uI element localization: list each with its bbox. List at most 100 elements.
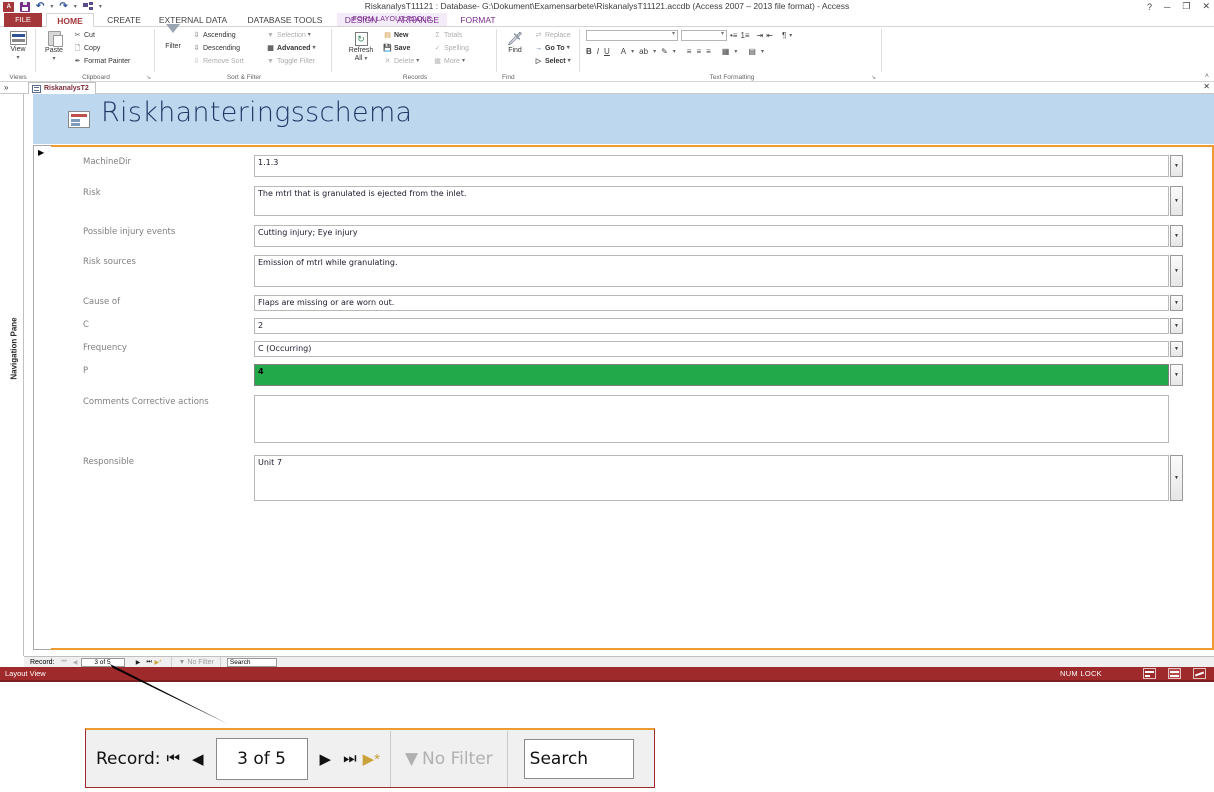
field-dropdown-button-5[interactable] [1170, 318, 1183, 334]
field-input-6[interactable]: C (Occurring) [254, 341, 1169, 357]
cut-button[interactable]: ✂ Cut [73, 30, 95, 41]
callout-filter-status-button[interactable]: ▼ No Filter [389, 730, 508, 787]
record-search-input[interactable]: Search [226, 657, 277, 667]
first-record-button[interactable]: ⏮ [59, 659, 70, 666]
paste-dropdown-icon[interactable]: ▾ [37, 55, 71, 63]
tab-home[interactable]: HOME [46, 13, 94, 27]
bold-button[interactable]: B [586, 47, 592, 56]
field-input-1[interactable]: The mtrl that is granulated is ejected f… [254, 186, 1169, 216]
callout-search-input[interactable]: Search [523, 738, 634, 779]
delete-dropdown-icon[interactable]: ▾ [416, 56, 419, 67]
copy-button[interactable]: 🗋 Copy [73, 43, 101, 54]
callout-last-record-button[interactable]: ⏭ [343, 750, 357, 767]
field-input-9[interactable]: Unit 7 [254, 455, 1169, 501]
next-record-button[interactable]: ▶ [133, 659, 144, 666]
delete-record-button[interactable]: ✕ Delete ▾ [383, 56, 420, 67]
layout-view-button[interactable] [1168, 668, 1181, 679]
record-selector-bar[interactable]: ▶ [33, 145, 51, 650]
field-dropdown-button-4[interactable] [1170, 295, 1183, 311]
align-left-button[interactable]: ≡ [687, 47, 692, 56]
view-dropdown-icon[interactable]: ▾ [0, 54, 36, 62]
gridlines-dropdown-icon[interactable]: ▾ [761, 48, 764, 55]
form-view-button[interactable] [1143, 668, 1156, 679]
field-dropdown-button-9[interactable] [1170, 455, 1183, 501]
last-record-button[interactable]: ⏭ [144, 659, 155, 666]
expand-navigation-pane-icon[interactable]: » [4, 83, 8, 92]
field-input-0[interactable]: 1.1.3 [254, 155, 1169, 177]
view-shortcut-buttons[interactable] [1143, 668, 1206, 679]
italic-button[interactable]: I [597, 47, 599, 56]
indent-more-icon[interactable]: ⇥ [757, 31, 764, 40]
rtl-icon[interactable]: ¶ [782, 31, 786, 40]
align-right-button[interactable]: ≡ [706, 47, 711, 56]
align-center-button[interactable]: ≡ [696, 47, 701, 56]
tab-design[interactable]: DESIGN [338, 13, 384, 27]
record-position-input[interactable]: 3 of 5 [80, 657, 125, 667]
clipboard-dialog-launcher[interactable]: ↘ [146, 74, 151, 81]
field-dropdown-button-1[interactable] [1170, 186, 1183, 216]
field-dropdown-button-2[interactable] [1170, 225, 1183, 247]
paste-button[interactable]: Paste ▾ [37, 31, 71, 63]
previous-record-button[interactable]: ◀ [70, 659, 81, 666]
restore-button[interactable]: ❐ [1182, 1, 1190, 12]
text-formatting-dialog-launcher[interactable]: ↘ [871, 74, 876, 81]
font-color-dropdown-icon[interactable]: ▾ [631, 48, 634, 55]
remove-sort-button[interactable]: ⇩ Remove Sort [192, 56, 244, 67]
collapse-ribbon-button[interactable]: ˄ [1205, 73, 1209, 80]
design-view-button[interactable] [1193, 668, 1206, 679]
callout-first-record-button[interactable]: ⏮ [166, 750, 180, 767]
rtl-dropdown-icon[interactable]: ▾ [789, 32, 792, 39]
more-button[interactable]: ▦ More ▾ [433, 56, 465, 67]
callout-new-record-button[interactable]: ▶* [363, 750, 380, 768]
field-input-4[interactable]: Flaps are missing or are worn out. [254, 295, 1169, 311]
indent-less-icon[interactable]: ⇤ [766, 31, 773, 40]
datasheet-icon[interactable]: ▦ [722, 47, 730, 56]
view-button[interactable]: View ▾ [0, 31, 36, 62]
field-dropdown-button-6[interactable] [1170, 341, 1183, 357]
refresh-all-button[interactable]: ↻ Refresh All ▾ [341, 32, 381, 63]
advanced-button[interactable]: ▦ Advanced ▾ [266, 43, 315, 54]
tab-file[interactable]: FILE [4, 13, 42, 27]
new-record-button[interactable]: ▤ New [383, 30, 408, 41]
goto-button[interactable]: → Go To ▾ [534, 43, 570, 54]
new-record-button-nav[interactable]: ▶* [155, 659, 162, 666]
fill-color-dropdown-icon[interactable]: ▾ [673, 48, 676, 55]
tab-create[interactable]: CREATE [98, 13, 150, 27]
callout-next-record-button[interactable]: ▶ [320, 750, 332, 768]
bullets-icon[interactable]: •≡ [730, 31, 737, 40]
format-painter-button[interactable]: ✒ Format Painter [73, 56, 131, 67]
navigation-pane[interactable]: Navigation Pane [0, 94, 24, 656]
callout-previous-record-button[interactable]: ◀ [192, 750, 204, 768]
field-input-8[interactable] [254, 395, 1169, 443]
font-size-combo[interactable] [681, 30, 727, 41]
goto-dropdown-icon[interactable]: ▾ [567, 43, 570, 54]
close-button[interactable]: ✕ [1202, 1, 1210, 12]
more-dropdown-icon[interactable]: ▾ [462, 56, 465, 67]
save-record-button[interactable]: 💾 Save [383, 43, 410, 54]
select-button[interactable]: ▷ Select ▾ [534, 56, 571, 67]
numbering-icon[interactable]: 1≡ [740, 31, 749, 40]
spelling-button[interactable]: ✓ Spelling [433, 43, 469, 54]
tab-format[interactable]: FORMAT [452, 13, 504, 27]
tab-database-tools[interactable]: DATABASE TOOLS [238, 13, 332, 27]
tab-arrange[interactable]: ARRANGE [390, 13, 446, 27]
field-input-5[interactable]: 2 [254, 318, 1169, 334]
toggle-filter-button[interactable]: ▼ Toggle Filter [266, 56, 315, 67]
font-color-icon[interactable]: A [621, 47, 626, 56]
field-dropdown-button-7[interactable] [1170, 364, 1183, 386]
window-controls[interactable]: ? ─ ❐ ✕ [1147, 0, 1210, 13]
highlight-icon[interactable]: ab [639, 47, 648, 56]
replace-button[interactable]: ⇄ Replace [534, 30, 571, 41]
totals-button[interactable]: Σ Totals [433, 30, 462, 41]
advanced-dropdown-icon[interactable]: ▾ [312, 43, 315, 54]
datasheet-dropdown-icon[interactable]: ▾ [734, 48, 737, 55]
filter-button[interactable]: Filter [156, 24, 190, 51]
callout-panel[interactable]: Record: ⏮ ◀ 3 of 5 ▶ ⏭ ▶* ▼ No Filter Se… [85, 728, 655, 788]
close-document-icon[interactable]: ✕ [1203, 82, 1210, 91]
record-navigator[interactable]: Record: ⏮ ◀ 3 of 5 ▶ ⏭ ▶* ▼ No Filter Se… [24, 656, 1214, 668]
callout-record-position-input[interactable]: 3 of 5 [215, 737, 308, 780]
field-input-7[interactable]: 4 [254, 364, 1169, 386]
ascending-button[interactable]: ⇩ Ascending [192, 30, 236, 41]
field-input-2[interactable]: Cutting injury; Eye injury [254, 225, 1169, 247]
gridlines-icon[interactable]: ▤ [748, 47, 756, 56]
